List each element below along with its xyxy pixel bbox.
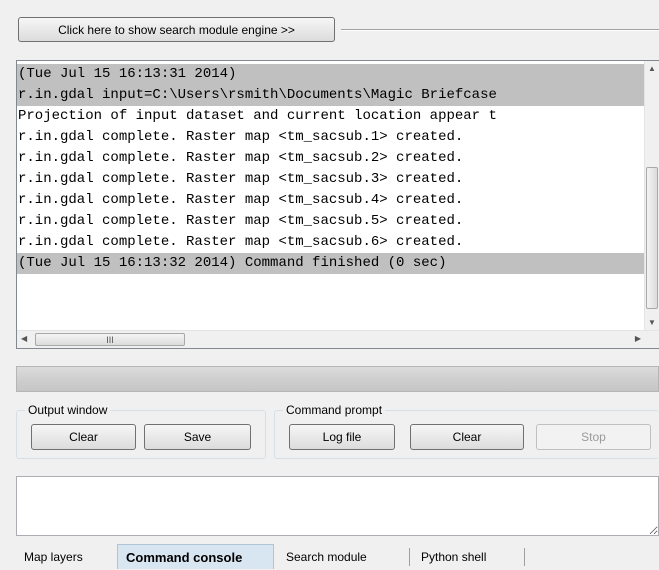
scroll-up-arrow-icon[interactable]: ▲: [648, 65, 656, 73]
vertical-scroll-thumb[interactable]: [646, 167, 658, 309]
output-console[interactable]: (Tue Jul 15 16:13:31 2014) r.in.gdal inp…: [16, 60, 659, 349]
log-line: r.in.gdal complete. Raster map <tm_sacsu…: [18, 234, 464, 250]
log-line: r.in.gdal complete. Raster map <tm_sacsu…: [18, 150, 464, 166]
tab-search-module[interactable]: Search module: [278, 546, 375, 569]
show-search-module-button[interactable]: Click here to show search module engine …: [18, 17, 335, 42]
log-line: r.in.gdal complete. Raster map <tm_sacsu…: [18, 171, 464, 187]
log-line: r.in.gdal complete. Raster map <tm_sacsu…: [18, 192, 464, 208]
output-save-button[interactable]: Save: [144, 424, 251, 450]
log-line: (Tue Jul 15 16:13:31 2014): [17, 64, 645, 85]
command-prompt-input[interactable]: [16, 476, 659, 536]
horizontal-scroll-thumb[interactable]: III: [35, 333, 185, 346]
tab-python-shell[interactable]: Python shell: [413, 546, 494, 569]
log-line: r.in.gdal complete. Raster map <tm_sacsu…: [18, 213, 464, 229]
output-clear-button[interactable]: Clear: [31, 424, 136, 450]
output-window-title: Output window: [25, 403, 111, 417]
scroll-right-arrow-icon[interactable]: ▶: [635, 335, 641, 343]
command-prompt-title: Command prompt: [283, 403, 386, 417]
notebook-tabs: Map layers Command console Search module…: [16, 544, 659, 569]
scroll-left-arrow-icon[interactable]: ◀: [21, 335, 27, 343]
progress-bar: [16, 366, 659, 392]
log-line: Projection of input dataset and current …: [18, 108, 497, 124]
tab-map-layers[interactable]: Map layers: [16, 546, 91, 569]
log-line: r.in.gdal input=C:\Users\rsmith\Document…: [17, 85, 645, 106]
horizontal-scrollbar[interactable]: ◀ III ▶: [17, 330, 659, 348]
scroll-grip-icon: III: [106, 334, 114, 345]
tab-command-console[interactable]: Command console: [117, 544, 274, 569]
scroll-down-arrow-icon[interactable]: ▼: [648, 319, 656, 327]
toolbar-separator: [341, 29, 659, 31]
vertical-scrollbar[interactable]: ▲ ▼: [644, 61, 659, 331]
tab-separator: [409, 548, 410, 566]
stop-button[interactable]: Stop: [536, 424, 651, 450]
log-line: r.in.gdal complete. Raster map <tm_sacsu…: [18, 129, 464, 145]
log-file-button[interactable]: Log file: [289, 424, 395, 450]
log-line: (Tue Jul 15 16:13:32 2014) Command finis…: [17, 253, 645, 274]
tab-separator: [524, 548, 525, 566]
prompt-clear-button[interactable]: Clear: [410, 424, 524, 450]
output-log: (Tue Jul 15 16:13:31 2014) r.in.gdal inp…: [17, 64, 645, 274]
